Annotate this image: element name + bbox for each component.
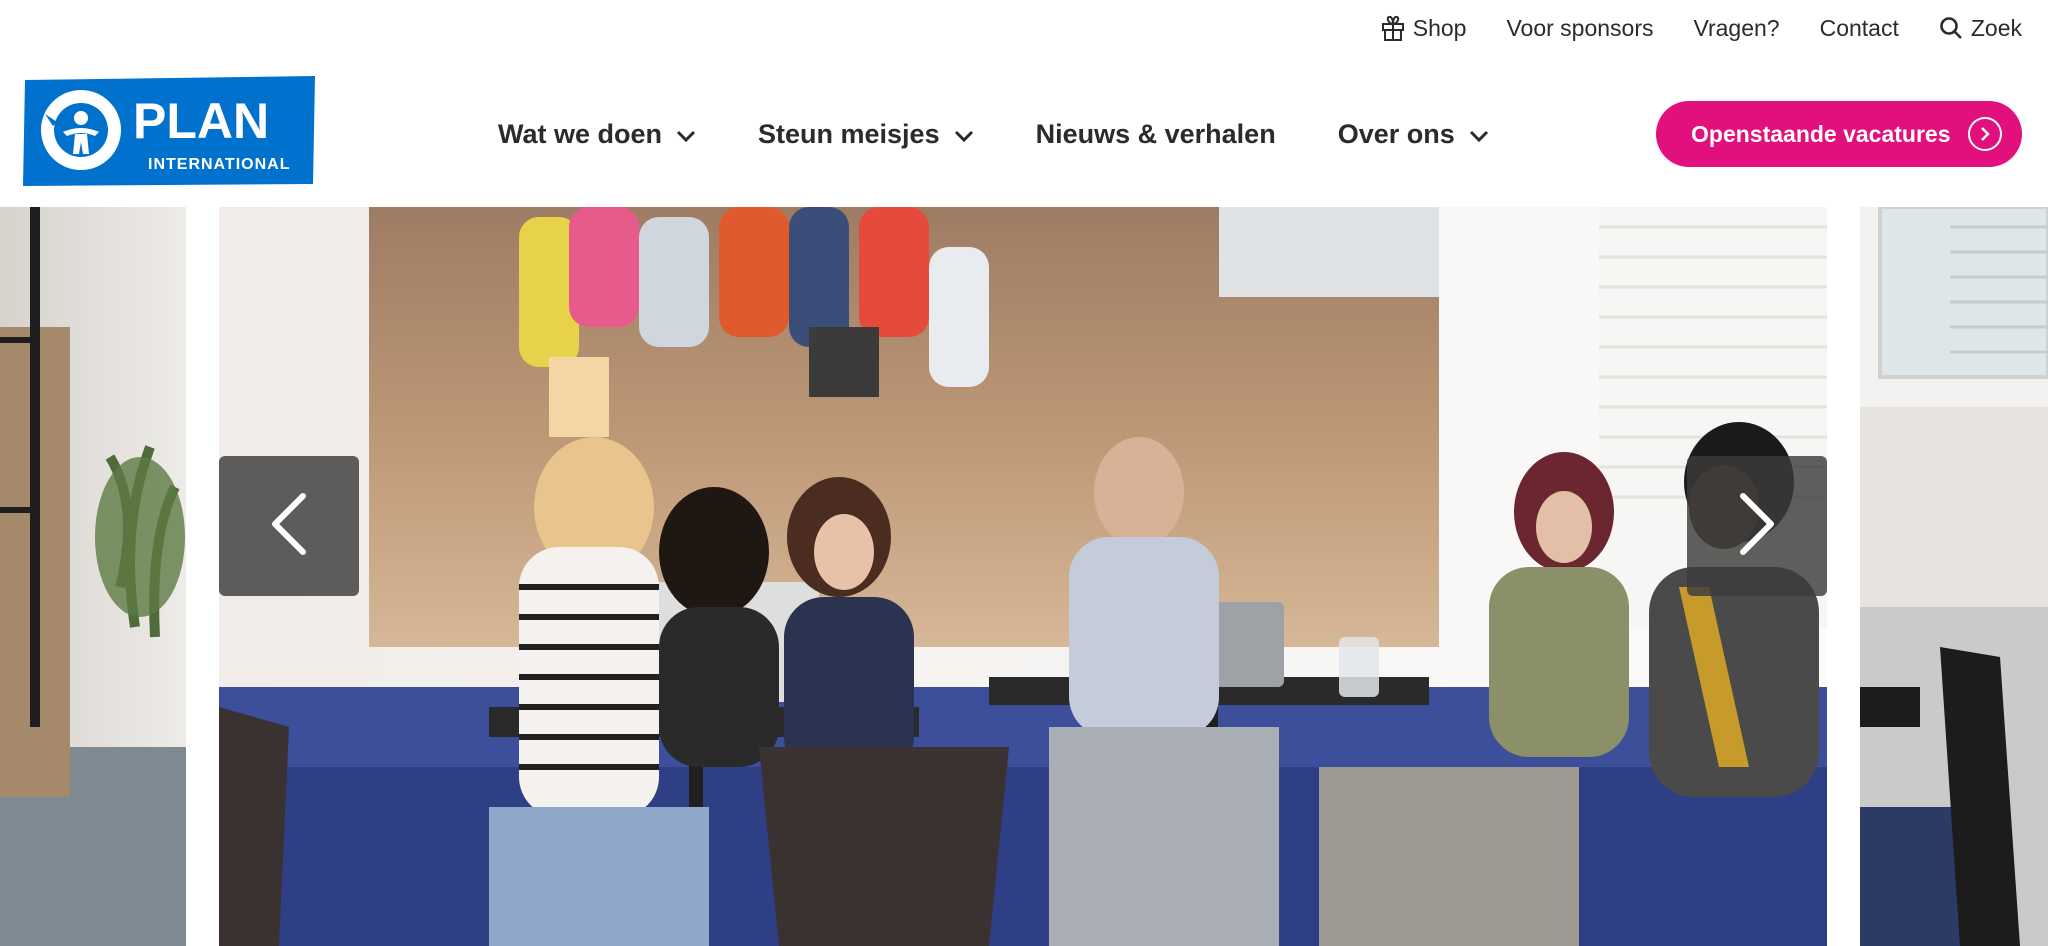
questions-link[interactable]: Vragen? (1693, 15, 1779, 42)
logo-sub-text: INTERNATIONAL (148, 156, 290, 173)
sponsors-link[interactable]: Voor sponsors (1506, 15, 1653, 42)
plan-international-logo[interactable]: PLAN INTERNATIONAL (23, 76, 317, 186)
search-link[interactable]: Zoek (1939, 15, 2022, 42)
vacancies-label: Openstaande vacatures (1691, 120, 1951, 147)
contact-label: Contact (1819, 14, 1899, 41)
sponsors-label: Voor sponsors (1506, 14, 1654, 41)
search-label: Zoek (1970, 14, 2022, 41)
nav-item-wat-we-doen[interactable]: Wat we doen (498, 119, 696, 150)
shop-link[interactable]: Shop (1381, 14, 1467, 42)
nav-item-label: Steun meisjes (758, 118, 940, 149)
nav-item-steun-meisjes[interactable]: Steun meisjes (758, 119, 974, 150)
utility-nav: Shop Voor sponsors Vragen? Contact Zoek (1381, 0, 2048, 56)
search-icon (1939, 16, 1963, 40)
main-nav: Wat we doen Steun meisjes Nieuws & verha… (498, 112, 1551, 156)
chevron-down-icon (676, 119, 696, 150)
questions-label: Vragen? (1693, 14, 1780, 41)
chevron-down-icon (954, 119, 974, 150)
logo-brand-text: PLAN (133, 93, 269, 149)
vacancies-button[interactable]: Openstaande vacatures (1656, 101, 2022, 167)
carousel-prev-button[interactable] (219, 456, 359, 596)
chevron-left-icon (269, 492, 309, 561)
carousel-slide-next (1860, 207, 2048, 946)
nav-item-over-ons[interactable]: Over ons (1338, 119, 1489, 150)
chevron-right-icon (1737, 492, 1777, 561)
contact-link[interactable]: Contact (1820, 15, 1899, 42)
carousel-slide-prev (0, 207, 186, 946)
hero-carousel (0, 207, 2048, 946)
nav-item-label: Over ons (1337, 118, 1455, 149)
carousel-next-button[interactable] (1687, 456, 1827, 596)
nav-item-nieuws-verhalen[interactable]: Nieuws & verhalen (1036, 119, 1276, 150)
shop-label: Shop (1412, 14, 1467, 41)
chevron-down-icon (1469, 119, 1489, 150)
nav-item-label: Wat we doen (498, 118, 663, 149)
arrow-right-circle-icon (1968, 117, 2002, 151)
nav-item-label: Nieuws & verhalen (1035, 118, 1276, 149)
gift-icon (1381, 15, 1405, 41)
carousel-slide-main (219, 207, 1827, 946)
